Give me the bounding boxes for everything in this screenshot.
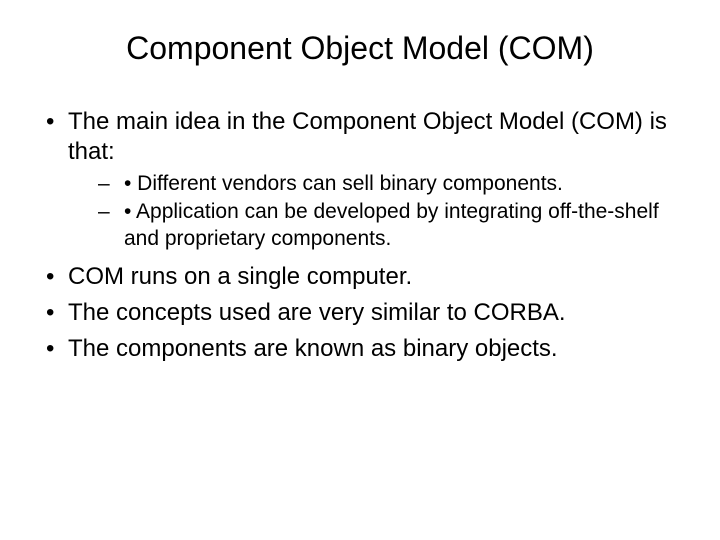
bullet-text: The main idea in the Component Object Mo… — [68, 108, 667, 165]
slide: Component Object Model (COM) The main id… — [0, 0, 720, 540]
list-item: COM runs on a single computer. — [40, 262, 680, 292]
list-item: The components are known as binary objec… — [40, 334, 680, 364]
bullet-text: • Application can be developed by integr… — [124, 200, 659, 249]
list-item: The concepts used are very similar to CO… — [40, 298, 680, 328]
bullet-text: The components are known as binary objec… — [68, 335, 558, 362]
bullet-text: COM runs on a single computer. — [68, 263, 412, 290]
bullet-text: The concepts used are very similar to CO… — [68, 299, 566, 326]
slide-title: Component Object Model (COM) — [40, 30, 680, 67]
list-item: • Application can be developed by integr… — [68, 199, 680, 252]
bullet-text: • Different vendors can sell binary comp… — [124, 172, 563, 195]
bullet-list: The main idea in the Component Object Mo… — [40, 107, 680, 364]
sub-bullet-list: • Different vendors can sell binary comp… — [68, 171, 680, 252]
list-item: • Different vendors can sell binary comp… — [68, 171, 680, 197]
list-item: The main idea in the Component Object Mo… — [40, 107, 680, 252]
